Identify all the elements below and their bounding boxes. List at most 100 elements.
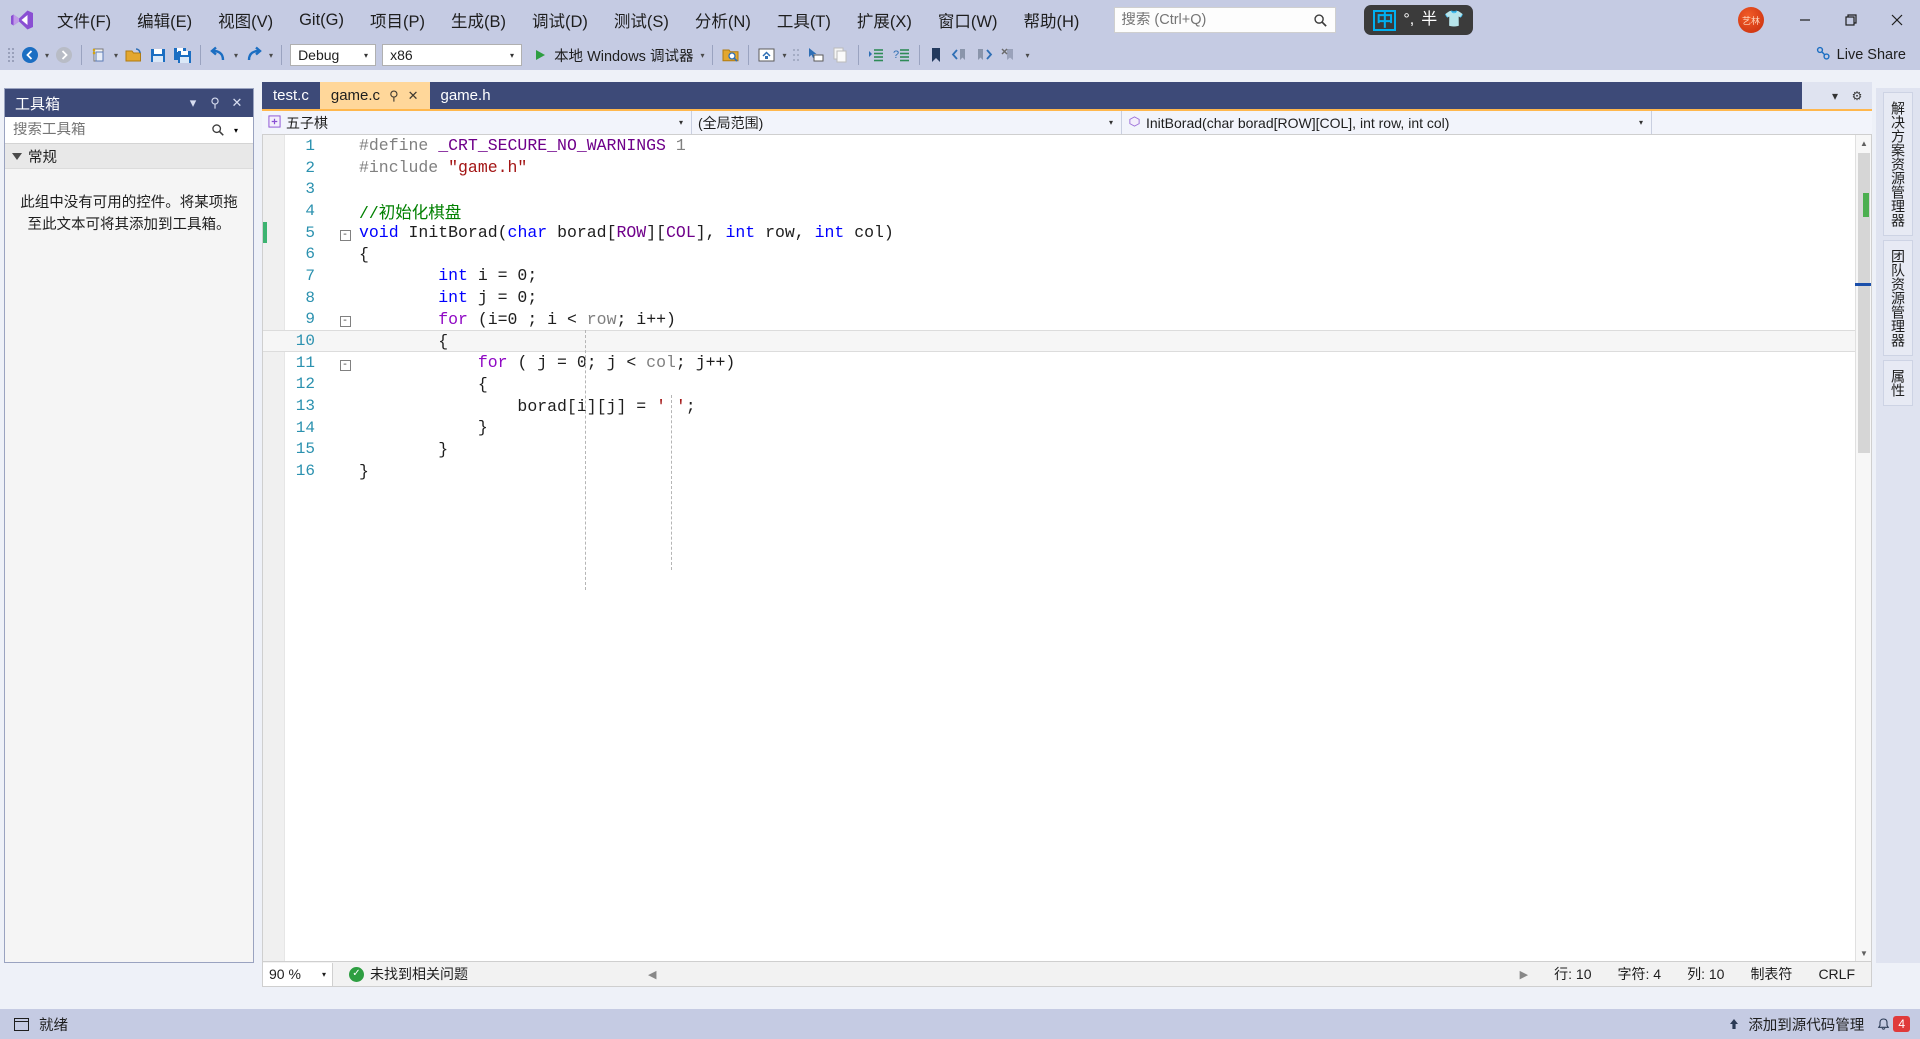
- select-element-icon[interactable]: [803, 42, 828, 68]
- home-window-dropdown[interactable]: ▾: [779, 42, 789, 68]
- restore-button[interactable]: [1828, 0, 1874, 40]
- scroll-up-arrow-icon[interactable]: ▲: [1856, 135, 1871, 151]
- outlining-glyph[interactable]: -: [331, 312, 359, 328]
- toolbox-search-box[interactable]: ▾: [5, 117, 253, 144]
- code-lines[interactable]: 1 #define _CRT_SECURE_NO_WARNINGS 1 2 #incl…: [263, 135, 1871, 482]
- toggle-bookmark-icon[interactable]: [925, 42, 947, 68]
- code-text[interactable]: //初始化棋盘: [359, 199, 1871, 223]
- close-icon[interactable]: ✕: [408, 88, 419, 104]
- navigate-backward-button[interactable]: [18, 42, 42, 68]
- close-icon[interactable]: ✕: [227, 92, 247, 114]
- user-avatar[interactable]: 艺林: [1738, 7, 1764, 33]
- close-button[interactable]: [1874, 0, 1920, 40]
- toolbar-grip[interactable]: [789, 42, 803, 68]
- redo-dropdown[interactable]: ▾: [266, 42, 276, 68]
- redo-button[interactable]: [241, 42, 266, 68]
- horizontal-scroll-right-arrow-icon[interactable]: ▶: [1520, 968, 1528, 981]
- toolbar-options-grip[interactable]: [4, 42, 18, 68]
- code-line[interactable]: 10 {: [263, 330, 1871, 352]
- code-text[interactable]: for (i=0 ; i < row; i++): [359, 310, 1871, 329]
- collapse-box-icon[interactable]: -: [339, 229, 351, 241]
- start-debug-label[interactable]: 本地 Windows 调试器: [550, 45, 697, 66]
- code-line[interactable]: 8 int j = 0;: [263, 287, 1871, 309]
- new-project-button[interactable]: [87, 42, 111, 68]
- code-text[interactable]: {: [359, 245, 1871, 264]
- code-text[interactable]: #define _CRT_SECURE_NO_WARNINGS 1: [359, 136, 1871, 155]
- menu-extensions[interactable]: 扩展(X): [844, 0, 925, 40]
- code-line[interactable]: 2 #include "game.h": [263, 157, 1871, 179]
- code-line[interactable]: 3: [263, 178, 1871, 200]
- comment-selection-icon[interactable]: ?: [889, 42, 914, 68]
- code-line[interactable]: 9 - for (i=0 ; i < row; i++): [263, 309, 1871, 331]
- save-button[interactable]: [146, 42, 170, 68]
- copy-element-icon[interactable]: [828, 42, 853, 68]
- live-share-button[interactable]: Live Share: [1801, 42, 1920, 68]
- ime-width-toggle[interactable]: 半: [1421, 12, 1437, 28]
- vtab-properties[interactable]: 属性: [1883, 360, 1913, 406]
- home-window-icon[interactable]: [754, 42, 779, 68]
- start-debug-dropdown[interactable]: ▾: [697, 42, 707, 68]
- code-line[interactable]: 12 {: [263, 374, 1871, 396]
- menu-window[interactable]: 窗口(W): [925, 0, 1011, 40]
- code-line[interactable]: 15 }: [263, 439, 1871, 461]
- editor-vertical-scrollbar[interactable]: ▲ ▼: [1855, 135, 1871, 961]
- code-text[interactable]: int j = 0;: [359, 288, 1871, 307]
- open-file-button[interactable]: [121, 42, 146, 68]
- code-text[interactable]: void InitBorad(char borad[ROW][COL], int…: [359, 223, 1871, 242]
- code-line[interactable]: 14 }: [263, 417, 1871, 439]
- tab-game-h[interactable]: game.h: [430, 82, 502, 109]
- vtab-team-explorer[interactable]: 团队资源管理器: [1883, 240, 1913, 356]
- code-line[interactable]: 6{: [263, 243, 1871, 265]
- toolbox-group-general[interactable]: 常规: [5, 144, 253, 169]
- save-all-button[interactable]: [170, 42, 195, 68]
- menu-analyze[interactable]: 分析(N): [682, 0, 764, 40]
- new-project-dropdown[interactable]: ▾: [111, 42, 121, 68]
- pin-icon[interactable]: ⚲: [205, 92, 225, 114]
- pin-icon[interactable]: ⚲: [389, 88, 399, 104]
- ime-skin-icon[interactable]: 👕: [1444, 12, 1464, 28]
- increase-indent-icon[interactable]: [864, 42, 889, 68]
- code-editor[interactable]: 1 #define _CRT_SECURE_NO_WARNINGS 1 2 #incl…: [262, 134, 1872, 962]
- code-line[interactable]: 11- for ( j = 0; j < col; j++): [263, 352, 1871, 374]
- menu-view[interactable]: 视图(V): [205, 0, 286, 40]
- code-text[interactable]: #include "game.h": [359, 158, 1871, 177]
- next-bookmark-icon[interactable]: [972, 42, 997, 68]
- menu-test[interactable]: 测试(S): [601, 0, 682, 40]
- navbar-scope-combo[interactable]: (全局范围) ▾: [692, 111, 1122, 134]
- undo-dropdown[interactable]: ▾: [231, 42, 241, 68]
- tab-test-c[interactable]: test.c: [262, 82, 320, 109]
- navbar-project-combo[interactable]: 五子棋 ▾: [262, 111, 692, 134]
- navigate-backward-dropdown[interactable]: ▾: [42, 42, 52, 68]
- scroll-down-arrow-icon[interactable]: ▼: [1856, 945, 1871, 961]
- menu-build[interactable]: 生成(B): [438, 0, 519, 40]
- clear-bookmarks-icon[interactable]: [997, 42, 1022, 68]
- chevron-down-icon[interactable]: ▾: [227, 126, 245, 135]
- code-line[interactable]: 13 borad[i][j] = ' ';: [263, 395, 1871, 417]
- menu-edit[interactable]: 编辑(E): [124, 0, 205, 40]
- toolbar-overflow-button[interactable]: ▾: [1022, 42, 1032, 68]
- zoom-level-combo[interactable]: 90 % ▾: [263, 962, 333, 986]
- gear-icon[interactable]: ⚙: [1848, 89, 1866, 103]
- code-line[interactable]: 1 #define _CRT_SECURE_NO_WARNINGS 1: [263, 135, 1871, 157]
- vtab-solution-explorer[interactable]: 解决方案资源管理器: [1883, 92, 1913, 236]
- global-search-box[interactable]: [1114, 7, 1337, 33]
- code-line[interactable]: 4 //初始化棋盘: [263, 199, 1871, 223]
- navbar-member-combo[interactable]: InitBorad(char borad[ROW][COL], int row,…: [1122, 111, 1652, 134]
- notifications-button[interactable]: 4: [1876, 1016, 1910, 1032]
- navigate-forward-button[interactable]: [52, 42, 76, 68]
- menu-git[interactable]: Git(G): [286, 0, 357, 40]
- outlining-glyph[interactable]: -: [331, 226, 359, 241]
- menu-tools[interactable]: 工具(T): [764, 0, 844, 40]
- menu-help[interactable]: 帮助(H): [1010, 0, 1092, 40]
- code-line[interactable]: 5 - void InitBorad(char borad[ROW][COL], i…: [263, 221, 1871, 244]
- start-debug-icon[interactable]: [525, 42, 550, 68]
- chevron-down-icon[interactable]: ▾: [183, 92, 203, 114]
- ime-punctuation-toggle[interactable]: °,: [1403, 12, 1414, 28]
- collapse-box-icon[interactable]: -: [339, 316, 351, 328]
- chevron-down-icon[interactable]: ▾: [1826, 89, 1844, 103]
- code-line[interactable]: 7 int i = 0;: [263, 265, 1871, 287]
- menu-project[interactable]: 项目(P): [357, 0, 438, 40]
- code-text[interactable]: int i = 0;: [359, 266, 1871, 285]
- issue-status[interactable]: ✓ 未找到相关问题: [333, 964, 468, 984]
- menu-file[interactable]: 文件(F): [44, 0, 124, 40]
